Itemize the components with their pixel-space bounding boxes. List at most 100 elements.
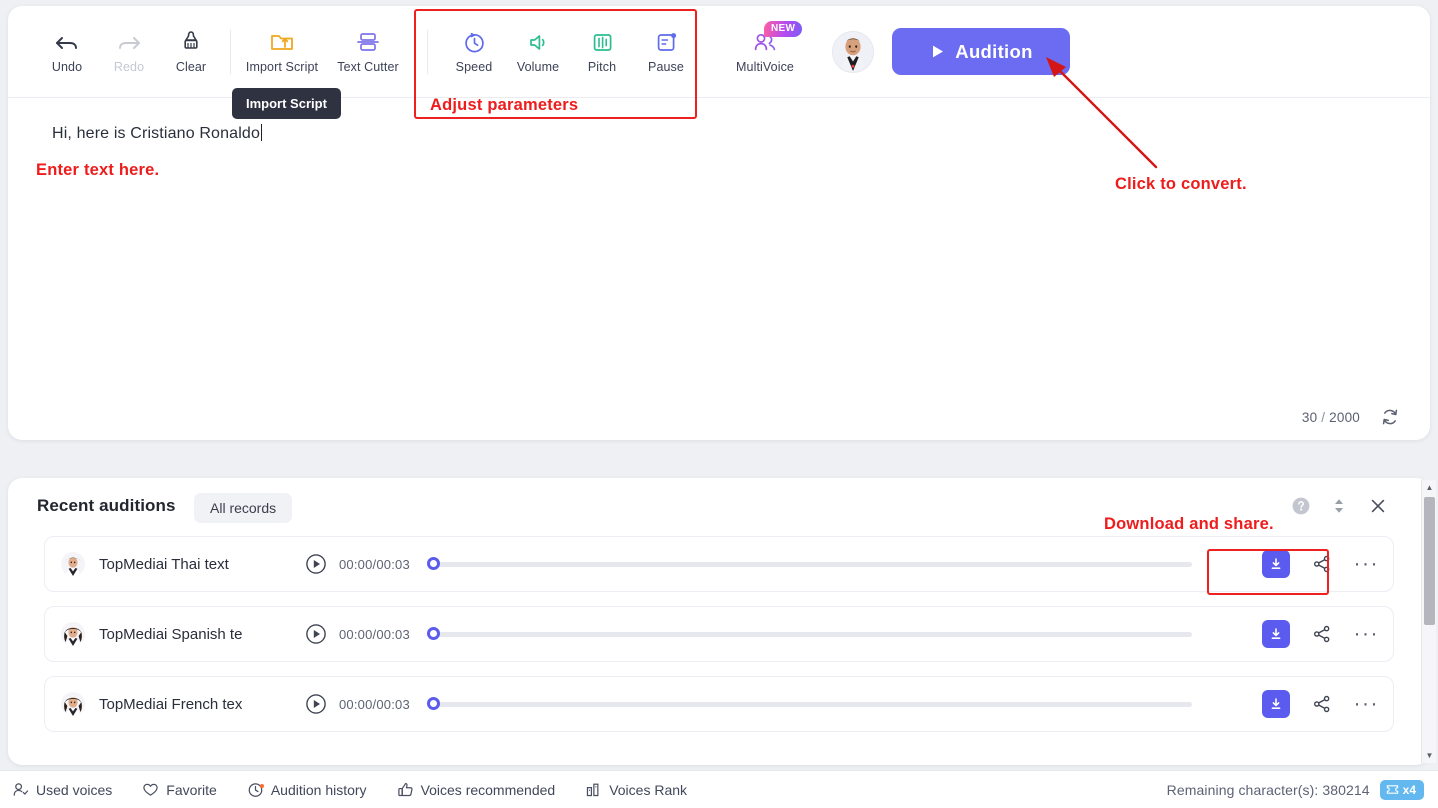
volume-label: Volume: [516, 60, 560, 74]
speed-button[interactable]: Speed: [442, 29, 506, 74]
clear-label: Clear: [175, 60, 207, 74]
more-options-button[interactable]: ···: [1354, 693, 1379, 714]
download-button[interactable]: [1261, 620, 1290, 648]
status-label-used-voices: Used voices: [36, 781, 113, 798]
thumbs-up-icon: [397, 782, 413, 797]
avatar[interactable]: [832, 30, 874, 73]
script-text-area[interactable]: Hi, here is Cristiano Ronaldo: [52, 124, 262, 143]
redo-button[interactable]: Redo: [98, 29, 160, 74]
help-icon[interactable]: [1291, 496, 1311, 521]
status-right-group: Remaining character(s): 380214 x4: [1167, 779, 1424, 800]
status-label-favorite: Favorite: [166, 781, 217, 798]
more-options-button[interactable]: ···: [1354, 623, 1379, 644]
bar-chart-icon: [587, 783, 599, 797]
play-button[interactable]: [305, 553, 327, 575]
status-item-favorite[interactable]: Favorite: [142, 781, 217, 798]
share-icon: [1313, 695, 1329, 713]
row-timestamp: 00:00/00:03: [339, 626, 410, 642]
import-script-label: Import Script: [245, 60, 319, 74]
multivoice-button[interactable]: NEW MultiVoice: [720, 21, 810, 74]
status-item-used-voices[interactable]: Used voices: [12, 781, 112, 798]
volume-button[interactable]: Volume: [506, 29, 570, 74]
sort-updown-icon[interactable]: [1330, 496, 1348, 521]
toolbar-divider-2: [427, 29, 428, 74]
row-title: TopMediai Spanish te: [99, 625, 243, 643]
all-records-button[interactable]: All records: [194, 493, 293, 523]
text-cutter-label: Text Cutter: [337, 60, 399, 74]
download-icon: [1271, 698, 1280, 709]
text-cutter-button[interactable]: Text Cutter: [325, 29, 411, 74]
annotation-download-share: Download and share.: [1104, 515, 1274, 533]
scroll-down-arrow[interactable]: ▼: [1422, 748, 1437, 763]
pause-label: Pause: [648, 60, 684, 74]
text-caret: [261, 124, 262, 141]
speed-label: Speed: [455, 60, 493, 74]
multivoice-new-badge: NEW: [764, 21, 803, 37]
auditions-list: TopMediai Thai text 00:00/00:03 ··· TopMedi…: [8, 536, 1430, 746]
toolbar: Undo Redo Clear Import Script Text Cutte…: [8, 6, 1430, 98]
import-script-button[interactable]: Import Script: [239, 29, 325, 74]
audition-label: Audition: [955, 40, 1033, 62]
annotation-enter-text: Enter text here.: [36, 161, 160, 179]
close-icon[interactable]: [1368, 496, 1388, 521]
table-row[interactable]: TopMediai Thai text 00:00/00:03 ···: [44, 536, 1394, 592]
row-actions: ···: [1261, 550, 1379, 578]
script-editor[interactable]: Hi, here is Cristiano Ronaldo 30 / 2000: [8, 98, 1430, 439]
slider-thumb[interactable]: [427, 627, 441, 640]
character-counter: 30 / 2000: [1302, 410, 1360, 425]
progress-slider[interactable]: [427, 627, 1192, 640]
status-item-voices-recommended[interactable]: Voices recommended: [397, 781, 556, 798]
share-icon: [1313, 625, 1329, 643]
status-item-voices-rank[interactable]: Voices Rank: [585, 781, 687, 798]
clear-broom-icon: [178, 29, 204, 55]
refresh-button[interactable]: [1378, 405, 1402, 429]
pause-icon: [654, 29, 679, 55]
multiplier-label: x4: [1402, 782, 1416, 797]
text-cutter-icon: [354, 29, 382, 55]
slider-thumb[interactable]: [427, 697, 441, 710]
pause-button[interactable]: Pause: [634, 29, 698, 74]
speed-icon: [462, 29, 487, 55]
undo-button[interactable]: Undo: [36, 29, 98, 74]
play-button[interactable]: [305, 623, 327, 645]
audition-button[interactable]: Audition: [892, 28, 1070, 75]
share-button[interactable]: [1312, 694, 1332, 714]
download-button[interactable]: [1261, 690, 1290, 718]
toolbar-divider-1: [230, 29, 231, 74]
pitch-icon: [590, 29, 615, 55]
download-button[interactable]: [1261, 550, 1290, 578]
play-button[interactable]: [305, 693, 327, 715]
progress-slider[interactable]: [427, 697, 1192, 710]
download-icon: [1271, 628, 1280, 639]
panel-title: Recent auditions: [37, 496, 176, 515]
used-voices-icon: [13, 783, 29, 796]
row-title: TopMediai French tex: [99, 695, 243, 713]
table-row[interactable]: TopMediai French tex 00:00/00:03 ···: [44, 676, 1394, 732]
clear-button[interactable]: Clear: [160, 29, 222, 74]
editor-card: Undo Redo Clear Import Script Text Cutte…: [8, 6, 1430, 440]
row-actions: ···: [1261, 620, 1379, 648]
status-item-audition-history[interactable]: Audition history: [247, 781, 367, 798]
auditions-scrollbar[interactable]: ▲ ▼: [1421, 480, 1436, 763]
status-bar: Used voices Favorite Audition history Vo…: [0, 770, 1438, 808]
play-icon: [306, 554, 326, 574]
undo-label: Undo: [51, 60, 83, 74]
char-limit: 2000: [1329, 410, 1360, 425]
play-icon: [306, 694, 326, 714]
table-row[interactable]: TopMediai Spanish te 00:00/00:03 ···: [44, 606, 1394, 662]
multiplier-badge[interactable]: x4: [1379, 779, 1424, 800]
refresh-icon: [1382, 409, 1398, 425]
more-options-button[interactable]: ···: [1354, 553, 1379, 574]
progress-slider[interactable]: [427, 557, 1192, 570]
row-timestamp: 00:00/00:03: [339, 696, 410, 712]
share-button[interactable]: [1312, 554, 1332, 574]
annotation-adjust-parameters: Adjust parameters: [430, 96, 579, 114]
status-label-voices-recommended: Voices recommended: [420, 781, 556, 798]
pitch-button[interactable]: Pitch: [570, 29, 634, 74]
script-text-value: Hi, here is Cristiano Ronaldo: [52, 125, 260, 142]
scrollbar-thumb[interactable]: [1424, 497, 1435, 625]
slider-thumb[interactable]: [427, 557, 441, 570]
scroll-up-arrow[interactable]: ▲: [1422, 480, 1437, 495]
avatar: [61, 692, 85, 716]
share-button[interactable]: [1312, 624, 1332, 644]
